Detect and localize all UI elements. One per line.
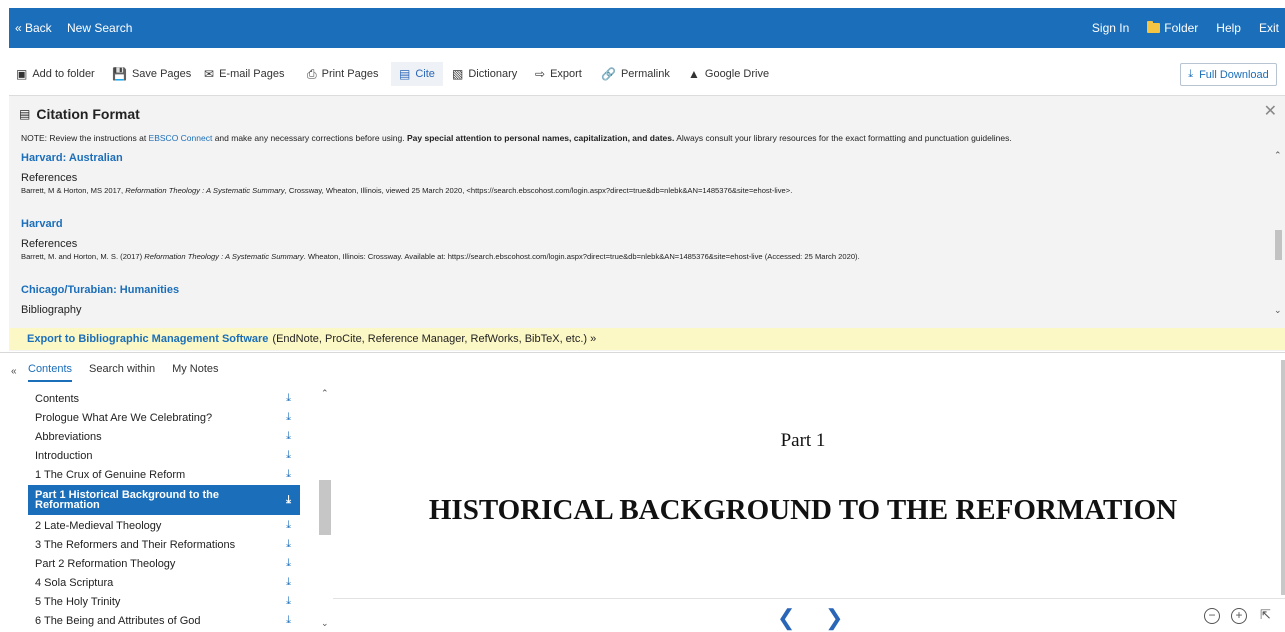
scroll-down-icon[interactable]: ⌄ — [321, 618, 329, 629]
scrollbar-thumb[interactable] — [319, 480, 331, 535]
collapse-sidebar-icon[interactable]: « — [11, 366, 17, 377]
citation-panel: ▤ Citation Format ✕ NOTE: Review the inst… — [9, 95, 1285, 351]
quote-icon: ▤ — [399, 67, 411, 81]
toc-item-selected[interactable]: Part 1 Historical Background to the Refo… — [28, 485, 300, 515]
save-pages-button[interactable]: 💾 Save Pages — [112, 62, 191, 86]
download-icon[interactable]: ⤓ — [286, 557, 291, 570]
tab-my-notes[interactable]: My Notes — [172, 363, 218, 382]
part-title: HISTORICAL BACKGROUND TO THE REFORMATION — [428, 494, 1178, 526]
format-section-label: References — [21, 172, 78, 184]
folder-icon — [1147, 21, 1161, 33]
toc-item[interactable]: 1 The Crux of Genuine Reform ⤓ — [28, 465, 300, 484]
printer-icon: ⎙ — [307, 66, 317, 81]
folder-link[interactable]: Folder — [1147, 21, 1198, 35]
folder-add-icon: ▣ — [16, 67, 28, 81]
help-link[interactable]: Help — [1216, 21, 1241, 35]
citation-note: NOTE: Review the instructions at EBSCO C… — [21, 133, 1012, 143]
email-pages-button[interactable]: ✉ E-mail Pages — [204, 62, 284, 86]
viewer-scrollbar[interactable] — [1281, 360, 1285, 595]
toc-item[interactable]: 5 The Holy Trinity ⤓ — [28, 592, 300, 611]
format-heading: Chicago/Turabian: Humanities — [21, 284, 180, 296]
download-icon[interactable]: ⤓ — [286, 576, 291, 589]
close-icon[interactable]: ✕ — [1264, 101, 1277, 121]
download-icon: ⤓ — [1188, 68, 1194, 80]
tab-contents[interactable]: Contents — [28, 363, 73, 382]
google-drive-button[interactable]: ▲ Google Drive — [688, 62, 769, 86]
download-icon[interactable]: ⤓ — [286, 614, 291, 627]
quote-icon: ▤ — [19, 107, 31, 121]
download-icon[interactable]: ⤓ — [286, 430, 291, 443]
toc-item[interactable]: 2 Late-Medieval Theology ⤓ — [28, 516, 300, 535]
export-bibliographic-link[interactable]: Export to Bibliographic Management Softw… — [27, 333, 268, 345]
scrollbar-thumb[interactable] — [1275, 230, 1282, 260]
previous-page-icon[interactable]: ❮ — [777, 605, 795, 631]
sign-in-link[interactable]: Sign In — [1092, 21, 1129, 35]
citation-text: Barrett, M & Horton, MS 2017, Reformatio… — [21, 186, 793, 195]
dictionary-button[interactable]: ▧ Dictionary — [452, 62, 517, 86]
format-heading: Harvard: Australian — [21, 152, 123, 164]
ebsco-connect-link[interactable]: EBSCO Connect — [149, 133, 213, 143]
viewer-navigation-bar: ❮ ❯ − + ⇱ — [333, 598, 1285, 632]
google-drive-icon: ▲ — [688, 67, 700, 81]
exit-link[interactable]: Exit — [1259, 21, 1279, 35]
new-search-link[interactable]: New Search — [67, 21, 132, 35]
download-icon[interactable]: ⤓ — [286, 538, 291, 551]
download-icon[interactable]: ⤓ — [286, 495, 291, 506]
fullscreen-icon[interactable]: ⇱ — [1260, 607, 1271, 623]
citation-format-title: ▤ Citation Format — [19, 106, 140, 122]
download-icon[interactable]: ⤓ — [286, 595, 291, 608]
book-icon: ▧ — [452, 67, 464, 81]
download-icon[interactable]: ⤓ — [286, 392, 291, 405]
toc-item[interactable]: Part 2 Reformation Theology ⤓ — [28, 554, 300, 573]
citation-scrollbar[interactable]: ⌃ ⌄ — [1271, 147, 1285, 319]
next-page-icon[interactable]: ❯ — [825, 605, 843, 631]
table-of-contents: Contents ⤓ Prologue What Are We Celebrati… — [28, 389, 300, 632]
toc-item[interactable]: Contents ⤓ — [28, 389, 300, 408]
full-download-button[interactable]: ⤓ Full Download — [1180, 63, 1277, 86]
tab-search-within[interactable]: Search within — [89, 363, 155, 382]
toc-item[interactable]: Abbreviations ⤓ — [28, 427, 300, 446]
scroll-up-icon[interactable]: ⌃ — [1274, 150, 1282, 161]
export-bibliographic-bar[interactable]: Export to Bibliographic Management Softw… — [9, 328, 1285, 350]
format-heading: Harvard — [21, 218, 63, 230]
download-icon[interactable]: ⤓ — [286, 519, 291, 532]
toc-item[interactable]: 4 Sola Scriptura ⤓ — [28, 573, 300, 592]
back-link[interactable]: « Back — [15, 21, 52, 35]
scroll-down-icon[interactable]: ⌄ — [1274, 305, 1282, 316]
citation-list[interactable]: Harvard: Australian References Barrett, … — [9, 147, 1285, 319]
export-icon: ⇨ — [535, 67, 546, 81]
download-icon[interactable]: ⤓ — [286, 411, 291, 424]
envelope-icon: ✉ — [204, 67, 215, 81]
link-icon: 🔗 — [601, 67, 616, 81]
toc-item[interactable]: 6 The Being and Attributes of God ⤓ — [28, 611, 300, 630]
zoom-in-icon[interactable]: + — [1231, 608, 1247, 624]
save-icon: 💾 — [112, 67, 127, 81]
top-navigation-bar: « Back New Search Sign In Folder Help Ex… — [9, 8, 1285, 48]
toc-item[interactable]: 3 The Reformers and Their Reformations ⤓ — [28, 535, 300, 554]
download-icon[interactable]: ⤓ — [286, 468, 291, 481]
format-section-label: References — [21, 238, 78, 250]
export-button[interactable]: ⇨ Export — [535, 62, 582, 86]
page-viewer[interactable]: Part 1 HISTORICAL BACKGROUND TO THE REFO… — [333, 353, 1285, 598]
part-number: Part 1 — [780, 430, 826, 451]
format-section-label: Bibliography — [21, 304, 82, 316]
citation-text: Barrett, M. and Horton, M. S. (2017) Ref… — [21, 252, 860, 261]
zoom-out-icon[interactable]: − — [1204, 608, 1220, 624]
sidebar-tabs: Contents Search within My Notes — [28, 363, 236, 382]
add-to-folder-button[interactable]: ▣ Add to folder — [16, 62, 95, 86]
download-icon[interactable]: ⤓ — [286, 449, 291, 462]
toc-item[interactable]: Prologue What Are We Celebrating? ⤓ — [28, 408, 300, 427]
toc-scrollbar[interactable]: ⌃ ⌄ — [318, 388, 332, 632]
toolbar: ▣ Add to folder 💾 Save Pages ✉ E-mail Pages… — [0, 60, 1285, 90]
toc-item[interactable]: Introduction ⤓ — [28, 446, 300, 465]
cite-button[interactable]: ▤ Cite — [391, 62, 443, 86]
print-pages-button[interactable]: ⎙ Print Pages — [307, 62, 378, 86]
permalink-button[interactable]: 🔗 Permalink — [601, 62, 670, 86]
scroll-up-icon[interactable]: ⌃ — [321, 388, 329, 399]
